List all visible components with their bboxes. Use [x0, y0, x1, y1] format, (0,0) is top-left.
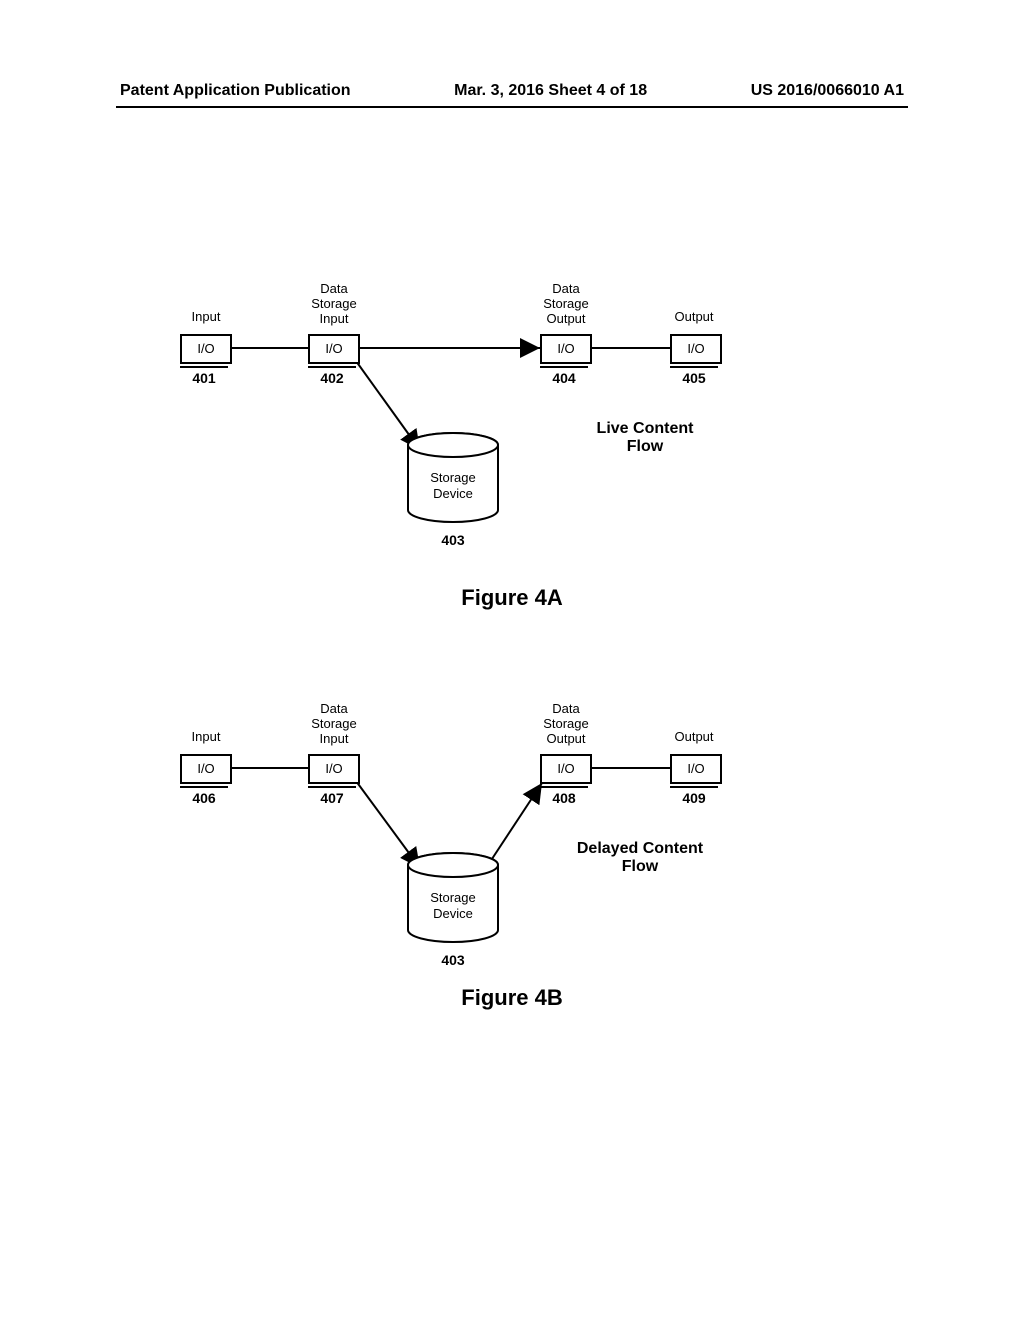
ref-403-a: 403 — [437, 532, 469, 548]
storage-label-b: Storage Device — [413, 890, 493, 921]
io-box-409: I/O — [670, 754, 722, 784]
figure-4b-caption: Figure 4B — [0, 985, 1024, 1011]
ref-406: 406 — [180, 786, 228, 806]
label-output-b: Output — [664, 730, 724, 745]
header-right: US 2016/0066010 A1 — [751, 82, 904, 100]
figure-4a-caption: Figure 4A — [0, 585, 1024, 611]
ref-404: 404 — [540, 366, 588, 386]
ref-407: 407 — [308, 786, 356, 806]
header-center: Mar. 3, 2016 Sheet 4 of 18 — [454, 82, 647, 100]
io-box-402: I/O — [308, 334, 360, 364]
flow-title-b: Delayed Content Flow — [555, 840, 725, 876]
label-dso: Data Storage Output — [536, 282, 596, 327]
header-left: Patent Application Publication — [120, 82, 351, 100]
label-dso-b: Data Storage Output — [536, 702, 596, 747]
ref-403-b: 403 — [437, 952, 469, 968]
ref-409: 409 — [670, 786, 718, 806]
label-dsi-b: Data Storage Input — [304, 702, 364, 747]
ref-402: 402 — [308, 366, 356, 386]
ref-405: 405 — [670, 366, 718, 386]
io-box-404: I/O — [540, 334, 592, 364]
io-box-405: I/O — [670, 334, 722, 364]
label-input-b: Input — [176, 730, 236, 745]
header-rule — [116, 106, 908, 108]
figure-4a: Input I/O 401 Data Storage Input I/O 402… — [0, 270, 1024, 630]
ref-401: 401 — [180, 366, 228, 386]
page-header: Patent Application Publication Mar. 3, 2… — [0, 82, 1024, 108]
io-box-401: I/O — [180, 334, 232, 364]
io-box-407: I/O — [308, 754, 360, 784]
flow-title-a: Live Content Flow — [560, 420, 730, 456]
label-dsi: Data Storage Input — [304, 282, 364, 327]
storage-label-a: Storage Device — [413, 470, 493, 501]
figure-4b: Input I/O 406 Data Storage Input I/O 407… — [0, 690, 1024, 1050]
label-input: Input — [176, 310, 236, 325]
label-output: Output — [664, 310, 724, 325]
io-box-406: I/O — [180, 754, 232, 784]
ref-408: 408 — [540, 786, 588, 806]
figure-4a-connections — [0, 270, 1024, 630]
io-box-408: I/O — [540, 754, 592, 784]
